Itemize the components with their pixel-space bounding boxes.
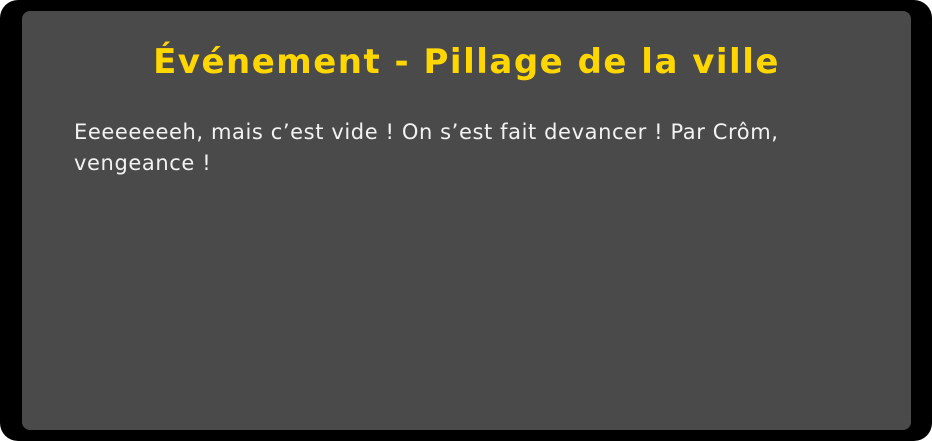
dialog-frame: Événement - Pillage de la ville Eeeeeeee…	[0, 0, 932, 441]
event-text: Eeeeeeeeh, mais c’est vide ! On s’est fa…	[74, 120, 779, 175]
event-panel: Événement - Pillage de la ville Eeeeeeee…	[22, 11, 911, 430]
event-title: Événement - Pillage de la ville	[153, 42, 780, 82]
